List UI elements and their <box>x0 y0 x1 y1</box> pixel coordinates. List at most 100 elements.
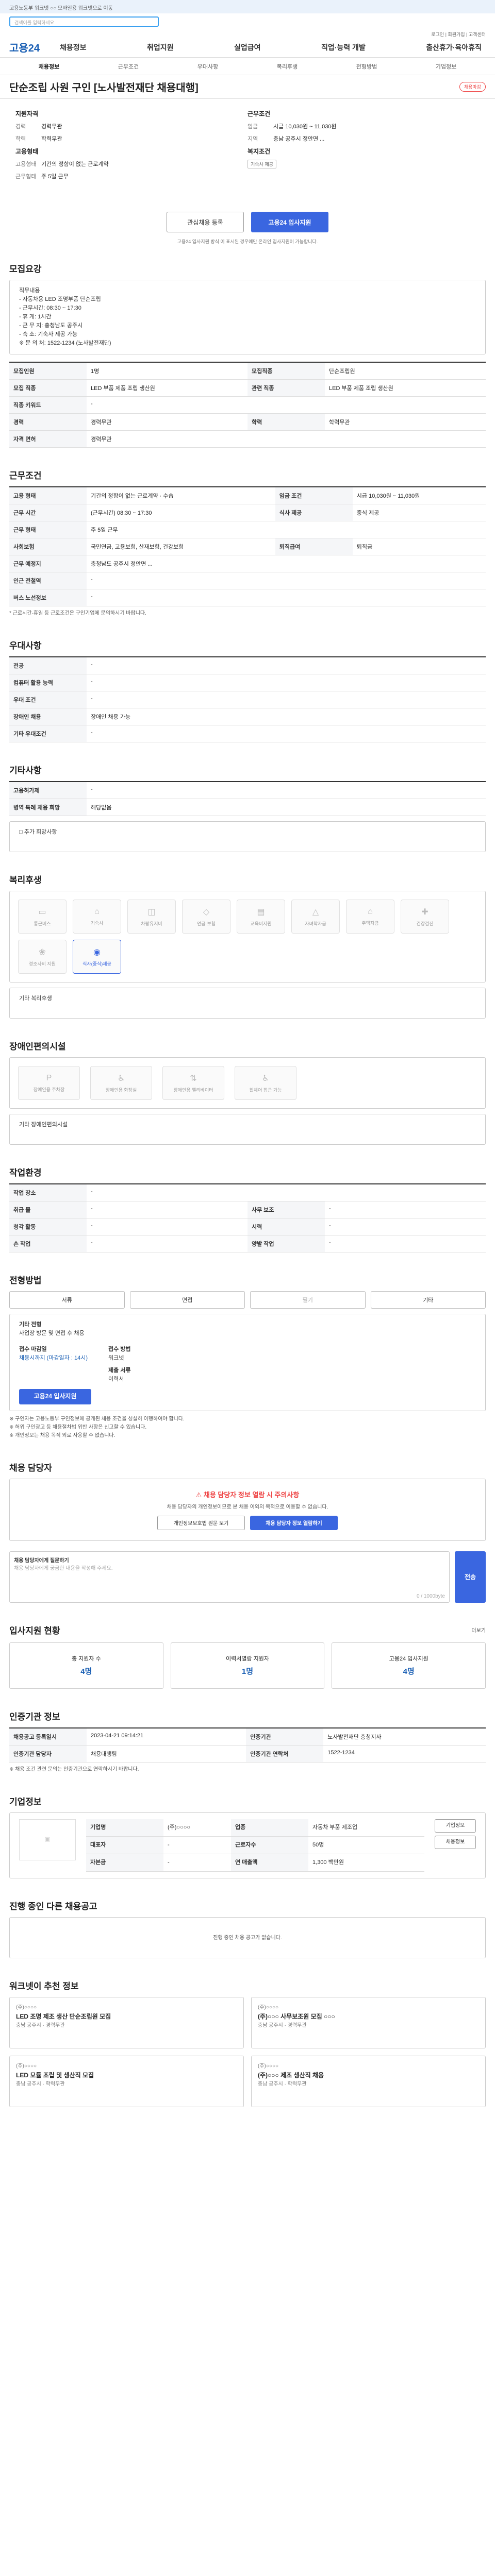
card-company: (주)○○○○ <box>258 2063 279 2069</box>
table-key: 버스 노선정보 <box>9 589 87 607</box>
empty-jobs: 진행 중인 채용 공고가 없습니다. <box>9 1917 486 1958</box>
tab-item[interactable]: 기업정보 <box>406 62 486 71</box>
table-row: 근무 형태 주 5일 근무 <box>9 521 486 539</box>
apply-button[interactable]: 고용24 입사지원 <box>19 1388 91 1404</box>
table-value: 채용대행팀 <box>87 1745 246 1762</box>
table-row: 자본금 - 연 매출액 1,300 백만원 <box>86 1854 424 1872</box>
table-value: 충청남도 공주시 정안면 ... <box>87 555 486 573</box>
table-key: 식사 제공 <box>275 504 353 522</box>
table-key: 인증기관 담당자 <box>9 1745 87 1762</box>
table-row: 모집인원 1명 모집직종 단순조립원 <box>9 362 486 380</box>
tab-item[interactable]: 전형방법 <box>327 62 406 71</box>
table-key: 근무 형태 <box>9 521 87 539</box>
summary-key: 임금 <box>248 124 258 130</box>
welfare-badge: 기숙사 제공 <box>248 160 276 168</box>
table-row: 장애인 채용 장애인 채용 가능 <box>9 708 486 726</box>
privacy-law-button[interactable]: 개인정보보호법 원문 보기 <box>157 1515 245 1530</box>
welfare-label: 경조사비 지원 <box>28 961 56 967</box>
recommend-card[interactable]: (주)○○○○ LED 조명 제조 생산 단순조립원 모집 충남 공주시 · 경력무… <box>9 1996 244 2048</box>
card-title: (주)○○○ 제조 생산직 채용 <box>258 2071 324 2079</box>
gnb-item[interactable]: 취업지원 <box>143 42 178 53</box>
table-row: 근무 예정지 충청남도 공주시 정안면 ... <box>9 555 486 573</box>
table-value: 경력무관 <box>87 430 486 448</box>
facility-label: 휠체어 접근 가능 <box>249 1087 282 1093</box>
table-value: 2023-04-21 09:14:21 <box>87 1727 246 1745</box>
summary-key: 학력 <box>15 136 26 142</box>
apply-button[interactable]: 고용24 입사지원 <box>251 212 328 232</box>
table-value: LED 부품 제품 조립 생산원 <box>87 379 248 397</box>
summary-value: 학력무관 <box>41 136 62 142</box>
gnb-item[interactable]: 출산휴가·육아휴직 <box>422 42 486 53</box>
summary-heading: 고용형태 <box>15 148 39 155</box>
interest-button[interactable]: 관심채용 등록 <box>167 212 244 232</box>
card-meta: 충남 공주시 · 학력무관 <box>258 2081 307 2087</box>
table-key: 고용 형태 <box>9 487 87 505</box>
site-header: 고용24 채용정보 취업지원 실업급여 직업·능력 개발 출산휴가·육아휴직 <box>0 37 495 58</box>
welfare-label: 식사(중식)제공 <box>82 961 111 967</box>
section-title: 장애인편의시설 <box>9 1042 66 1052</box>
tab-item[interactable]: 채용정보 <box>9 62 89 71</box>
text-line: - 휴 게: 1시간 <box>19 314 52 320</box>
stat-label: 이력서열람 지원자 <box>226 1656 270 1663</box>
table-value: 해당없음 <box>87 799 486 817</box>
welfare-item: ◇ 연금·보험 <box>182 900 230 934</box>
table-value: 중식 제공 <box>352 504 486 522</box>
table-key: 근무 시간 <box>9 504 87 522</box>
summary-value: 시급 10,030원 ~ 11,030원 <box>273 124 337 130</box>
util-links[interactable]: 로그인 | 회원가입 | 고객센터 <box>0 30 495 37</box>
stat-online: 고용24 입사지원 4명 <box>332 1642 486 1689</box>
more-link[interactable]: 더보기 <box>471 1626 486 1634</box>
table-value: 퇴직금 <box>352 538 486 556</box>
conditions-note: * 근로시간·휴일 등 근로조건은 구인기업에 문의하시기 바랍니다. <box>9 611 146 617</box>
gnb-item[interactable]: 직업·능력 개발 <box>317 42 370 53</box>
table-key: 장애인 채용 <box>9 708 87 726</box>
tab-item[interactable]: 복리후생 <box>248 62 327 71</box>
table-value: 경력무관 <box>87 413 248 431</box>
question-textarea[interactable]: 채용 담당자에게 질문하기 채용 담당자에게 궁금한 내용을 작성해 주세요. … <box>9 1551 450 1603</box>
agency-note: ※ 채용 조건 관련 문의는 인증기관으로 연락하시기 바랍니다. <box>9 1766 139 1772</box>
topbar-text: 고용노동부 워크넷 ○○ 모바일용 워크넷으로 이동 <box>9 6 113 11</box>
stat-value: 4명 <box>80 1667 92 1676</box>
gnb-item[interactable]: 실업급여 <box>230 42 265 53</box>
table-value: - <box>325 1218 486 1236</box>
logo[interactable]: 고용24 <box>9 40 56 55</box>
table-row: 직종 키워드 - <box>9 396 486 414</box>
section-title: 작업환경 <box>9 1168 42 1178</box>
summary-heading: 근무조건 <box>248 110 271 117</box>
summary-value: 주 5일 근무 <box>41 174 69 180</box>
meal-icon: ◉ <box>93 947 101 957</box>
welfare-label: 통근버스 <box>34 921 51 926</box>
wheelchair-icon: ♿ <box>261 1074 270 1083</box>
table-value: 노사발전재단 충청지사 <box>323 1727 486 1745</box>
stat-value: 4명 <box>403 1667 415 1676</box>
etc-table: 고용허가제 - 병역 특례 채용 희망 해당없음 <box>9 781 486 817</box>
gnb: 채용정보 취업지원 실업급여 직업·능력 개발 출산휴가·육아휴직 <box>56 42 486 53</box>
tab-item[interactable]: 근무조건 <box>89 62 168 71</box>
company-jobs-button[interactable]: 채용정보 <box>435 1835 476 1849</box>
table-key: 모집직종 <box>248 362 325 380</box>
send-button[interactable]: 전송 <box>455 1551 486 1603</box>
table-key: 우대 조건 <box>9 691 87 709</box>
field-label: 접수 방법 <box>108 1346 131 1353</box>
gnb-item[interactable]: 채용정보 <box>56 42 91 53</box>
company-logo-placeholder: ▣ <box>19 1819 76 1860</box>
text-line: - 근 무 지: 충청남도 공주시 <box>19 323 83 329</box>
byte-counter: 0 / 1000byte <box>416 1593 445 1599</box>
welfare-icons: ▭ 통근버스 ⌂ 기숙사 ◫ 차량유지비 ◇ 연금·보험 ▤ 교육비지원 △ 자녀학자금 ⌂… <box>9 891 486 983</box>
table-row: 전공 - <box>9 657 486 675</box>
company-info-button[interactable]: 기업정보 <box>435 1819 476 1833</box>
table-key: 채용공고 등록일시 <box>9 1727 87 1745</box>
table-row: 근무 시간 (근무시간) 08:30 ~ 17:30 식사 제공 중식 제공 <box>9 504 486 522</box>
method-col: 접수 방법 워크넷 제출 서류 이력서 <box>108 1345 131 1383</box>
section-title: 근무조건 <box>9 471 42 481</box>
recommend-card[interactable]: (주)○○○○ (주)○○○ 제조 생산직 채용충남 공주시 · 학력무관 <box>251 2055 486 2107</box>
welfare-label: 건강검진 <box>416 921 434 926</box>
table-value: (주)○○○○ <box>163 1819 232 1837</box>
search-input[interactable]: 검색어를 입력하세요 <box>9 16 159 27</box>
car-icon: ◫ <box>147 907 156 917</box>
recommend-card[interactable]: (주)○○○○ (주)○○○ 사무보조원 모집 ○○○ 충남 공주시 · 경력무관 <box>251 1996 486 2048</box>
section-manager: 채용 담당자 ⚠ 채용 담당자 정보 열람 시 주의사항 채용 담당자의 개인정… <box>0 1461 495 1603</box>
recommend-card[interactable]: (주)○○○○ LED 모듈 조립 및 생산직 모집 충남 공주시 · 학력무관 <box>9 2055 244 2107</box>
view-manager-button[interactable]: 채용 담당자 정보 열람하기 <box>250 1515 338 1530</box>
tab-item[interactable]: 우대사항 <box>168 62 248 71</box>
